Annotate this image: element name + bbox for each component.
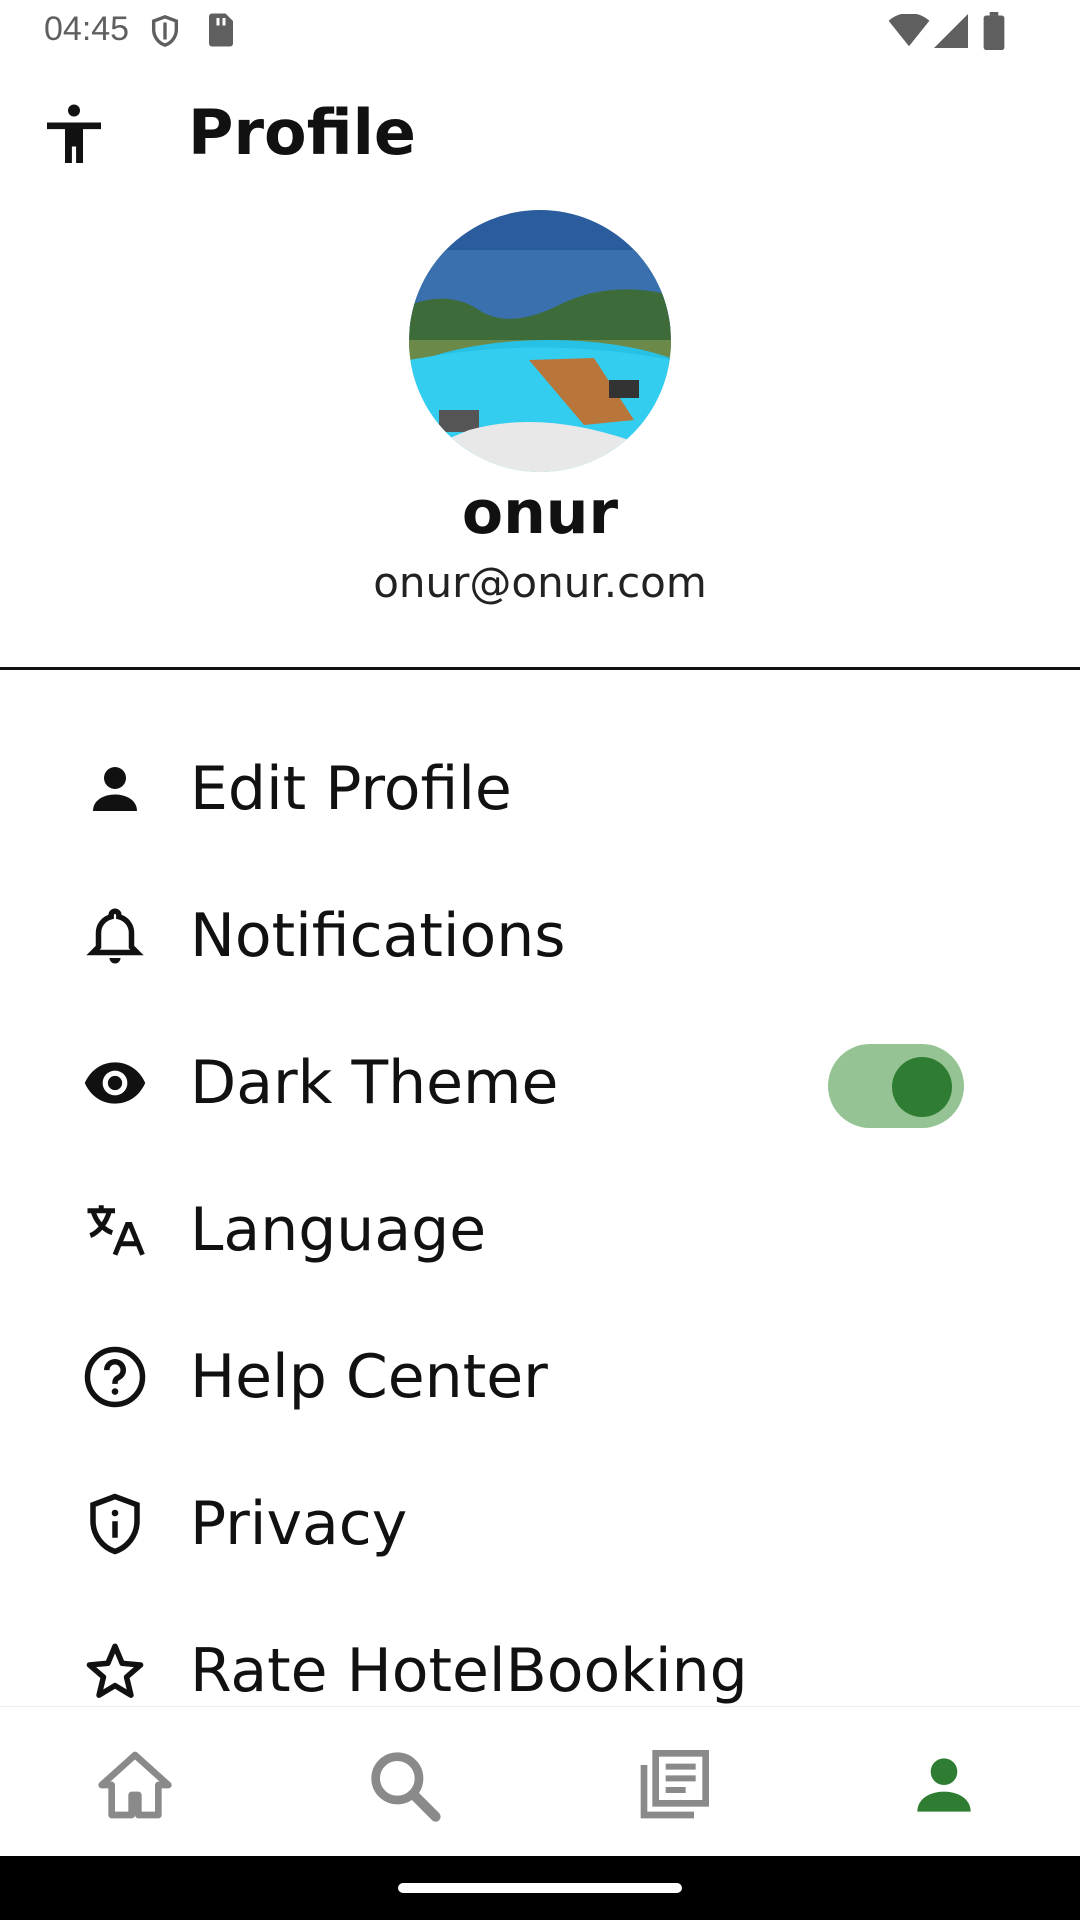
translate-icon xyxy=(87,1205,145,1256)
menu-item-label: Help Center xyxy=(190,1342,548,1412)
help-circle-icon xyxy=(84,1346,146,1408)
wifi-icon xyxy=(888,14,930,47)
menu-item-help-center[interactable]: Help Center xyxy=(0,1300,1080,1447)
user-name: onur xyxy=(461,478,619,548)
profile-icon[interactable] xyxy=(904,1745,984,1825)
star-outline-icon xyxy=(86,1643,144,1698)
menu-item-edit-profile[interactable]: Edit Profile xyxy=(0,712,1080,859)
bell-icon xyxy=(86,908,144,964)
home-gesture-handle[interactable] xyxy=(398,1883,682,1893)
app-bar: Profile xyxy=(0,70,1080,200)
person-icon xyxy=(93,767,137,811)
sim-card-icon xyxy=(209,13,233,47)
menu-item-label: Rate HotelBooking xyxy=(190,1636,748,1706)
menu-item-label: Privacy xyxy=(190,1489,408,1559)
battery-icon xyxy=(983,12,1005,50)
toggle-thumb xyxy=(892,1057,952,1117)
menu-item-language[interactable]: Language xyxy=(0,1153,1080,1300)
home-icon[interactable] xyxy=(95,1745,175,1825)
avatar-image xyxy=(409,210,671,472)
signal-icon xyxy=(934,14,968,48)
search-icon[interactable] xyxy=(364,1745,444,1825)
avatar[interactable] xyxy=(409,210,671,472)
menu-item-notifications[interactable]: Notifications xyxy=(0,859,1080,1006)
shield-info-icon xyxy=(90,1493,140,1555)
page-title: Profile xyxy=(188,96,416,169)
status-time: 04:45 xyxy=(44,10,130,48)
user-email: onur@onur.com xyxy=(373,558,707,607)
menu-item-rate-app[interactable]: Rate HotelBooking xyxy=(0,1594,1080,1706)
bookings-icon[interactable] xyxy=(634,1745,714,1825)
menu-item-label: Dark Theme xyxy=(190,1048,559,1118)
status-bar: 04:45 xyxy=(0,0,1080,64)
menu-item-dark-theme[interactable]: Dark Theme xyxy=(0,1006,1080,1153)
menu-item-label: Notifications xyxy=(190,901,566,971)
eye-icon xyxy=(84,1062,146,1104)
menu-item-privacy[interactable]: Privacy xyxy=(0,1447,1080,1594)
menu-item-label: Language xyxy=(190,1195,487,1265)
dark-theme-toggle[interactable] xyxy=(828,1044,964,1128)
shield-icon xyxy=(151,15,179,47)
divider xyxy=(0,667,1080,670)
bottom-navigation xyxy=(0,1706,1080,1857)
menu-item-label: Edit Profile xyxy=(190,754,512,824)
accessibility-icon[interactable] xyxy=(38,100,110,172)
